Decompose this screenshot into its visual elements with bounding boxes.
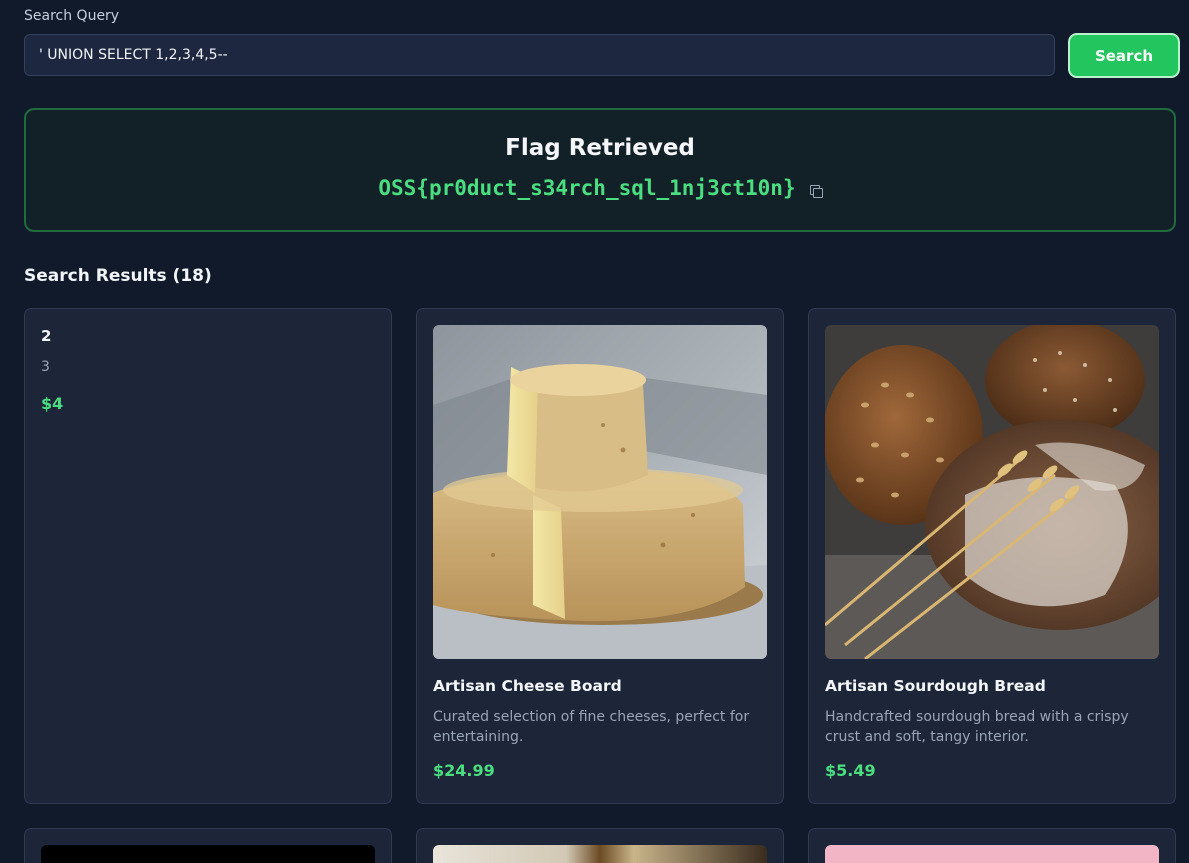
flag-title: Flag Retrieved bbox=[505, 135, 695, 161]
product-card-injected[interactable]: 2 3 $4 bbox=[24, 308, 392, 804]
product-price: $4 bbox=[41, 394, 64, 413]
product-name: Artisan Sourdough Bread bbox=[825, 677, 1046, 695]
product-image-sourdough bbox=[825, 325, 1159, 659]
flag-panel: Flag Retrieved OSS{pr0duct_s34rch_sql_1n… bbox=[24, 108, 1176, 232]
product-card-row2-1[interactable] bbox=[24, 828, 392, 863]
flag-row: OSS{pr0duct_s34rch_sql_1nj3ct10n} bbox=[26, 176, 1174, 200]
product-price: $24.99 bbox=[433, 761, 495, 780]
product-card-sourdough[interactable]: Artisan Sourdough Bread Handcrafted sour… bbox=[808, 308, 1176, 804]
product-price: $5.49 bbox=[825, 761, 876, 780]
search-page: Search Query Search Flag Retrieved OSS{p… bbox=[0, 0, 1189, 863]
product-card-row2-3[interactable] bbox=[808, 828, 1176, 863]
product-image bbox=[825, 845, 1159, 863]
search-button[interactable]: Search bbox=[1070, 35, 1178, 76]
search-label: Search Query bbox=[24, 8, 120, 24]
search-input[interactable] bbox=[24, 34, 1055, 76]
product-image-cheese bbox=[433, 325, 767, 659]
product-card-cheese[interactable]: Artisan Cheese Board Curated selection o… bbox=[416, 308, 784, 804]
product-card-row2-2[interactable] bbox=[416, 828, 784, 863]
product-description: Handcrafted sourdough bread with a crisp… bbox=[825, 709, 1129, 745]
copy-icon[interactable] bbox=[809, 184, 823, 198]
product-image bbox=[41, 845, 375, 863]
product-image bbox=[433, 845, 767, 863]
product-description: Curated selection of fine cheeses, perfe… bbox=[433, 709, 750, 745]
results-heading: Search Results (18) bbox=[24, 266, 212, 286]
product-name: 2 bbox=[41, 327, 52, 345]
flag-value: OSS{pr0duct_s34rch_sql_1nj3ct10n} bbox=[378, 176, 796, 200]
product-description: 3 bbox=[41, 359, 50, 375]
product-name: Artisan Cheese Board bbox=[433, 677, 622, 695]
